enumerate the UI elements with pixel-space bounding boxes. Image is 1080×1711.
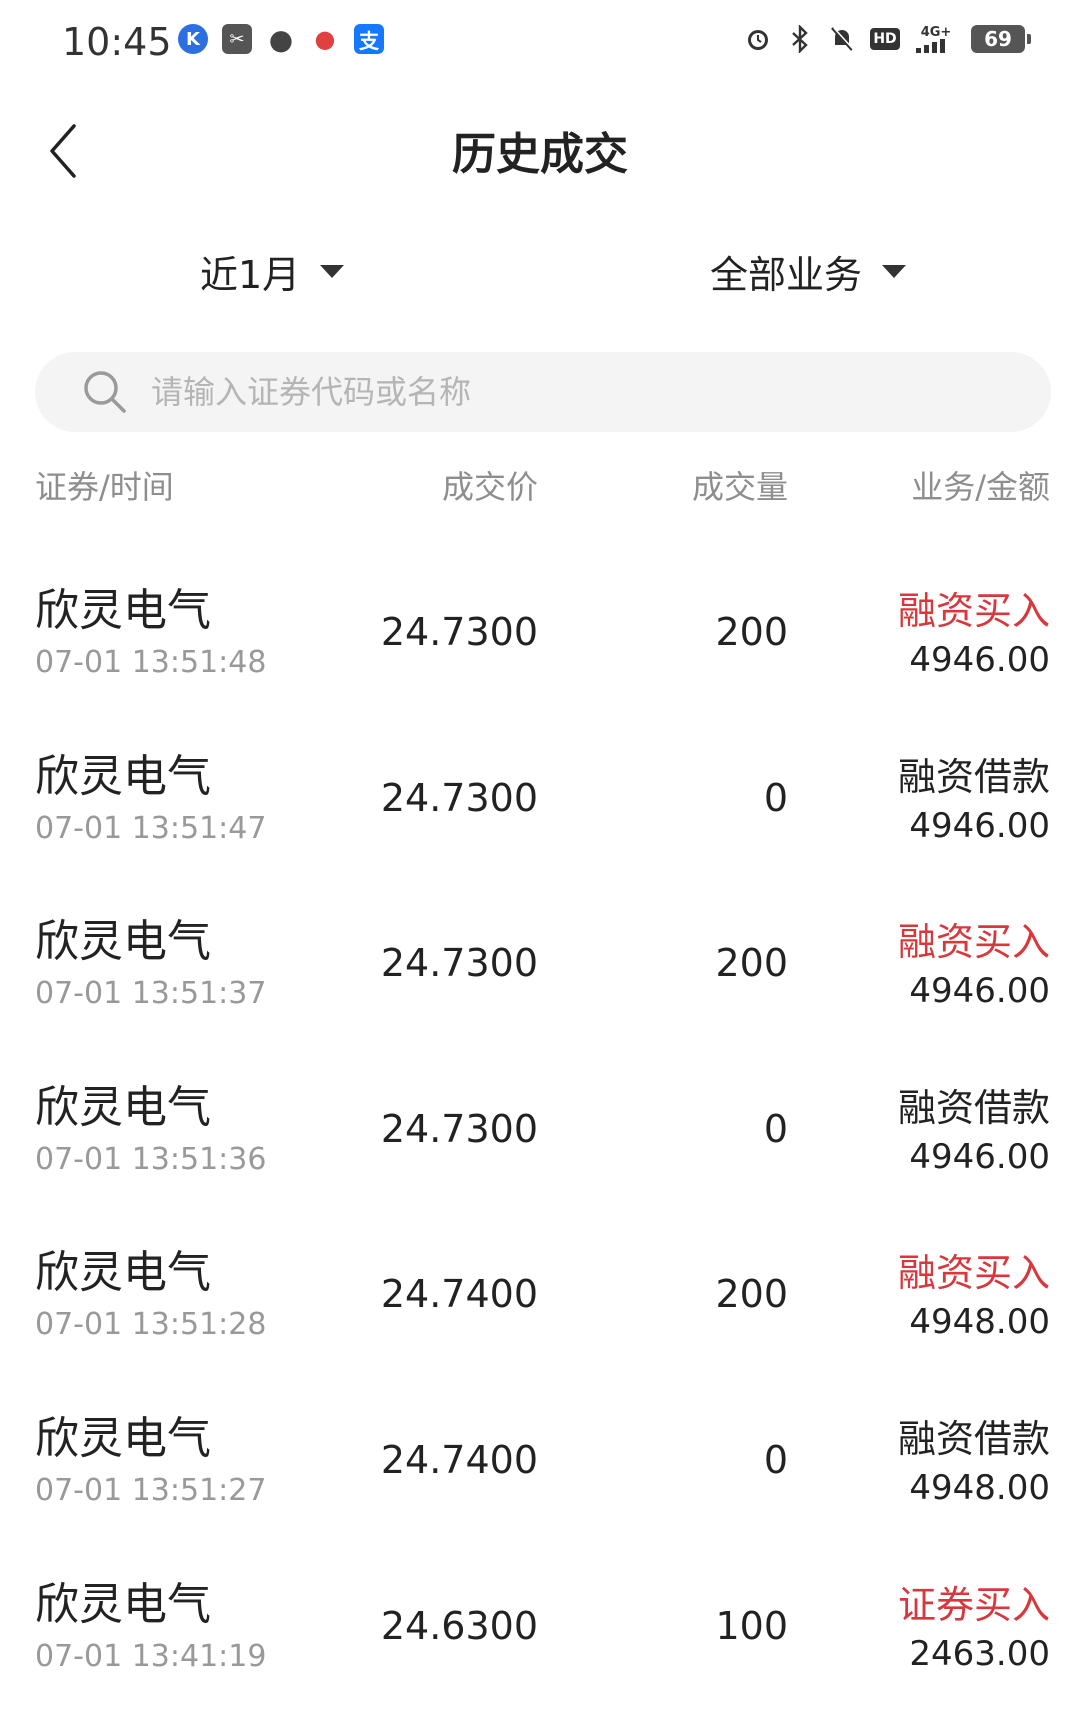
trade-price: 24.6300: [380, 1603, 538, 1648]
trade-quantity: 100: [715, 1603, 788, 1648]
trade-amount: 2463.00: [909, 1633, 1050, 1674]
business-type: 融资买入: [897, 589, 1050, 633]
period-filter[interactable]: 近1月: [200, 244, 345, 299]
filter-bar: 近1月 全部业务: [0, 244, 1080, 314]
message-icon: ●: [268, 22, 294, 56]
business-type: 融资借款: [897, 754, 1050, 799]
business-type: 融资借款: [897, 1416, 1050, 1461]
caret-down-icon: [320, 265, 345, 278]
trade-quantity: 200: [715, 1272, 788, 1317]
signal-icon: 4G+: [913, 24, 959, 54]
table-row[interactable]: 欣灵电气 07-01 13:51:27 24.7400 0 融资借款 4948.…: [0, 1380, 1080, 1546]
trade-quantity: 200: [715, 941, 788, 986]
search-icon: [84, 371, 126, 413]
trade-amount: 4946.00: [909, 971, 1050, 1012]
trade-price: 24.7300: [380, 610, 538, 654]
battery-icon: 69: [971, 25, 1031, 53]
trade-quantity: 0: [763, 775, 788, 820]
trade-amount: 4946.00: [909, 1136, 1050, 1177]
notification-icons: K ✂ ● ● 支: [178, 22, 384, 56]
map-pin-app-icon: ●: [314, 25, 336, 53]
trade-amount: 4948.00: [909, 1302, 1050, 1343]
trade-quantity: 0: [763, 1437, 788, 1482]
trade-time: 07-01 13:51:28: [35, 1307, 267, 1343]
security-name: 欣灵电气: [35, 585, 211, 636]
business-type: 融资借款: [897, 1085, 1050, 1130]
table-row[interactable]: 欣灵电气 07-01 13:41:19 24.6300 100 证券买入 246…: [0, 1546, 1080, 1711]
column-security-time: 证券/时间: [35, 468, 174, 506]
trade-price: 24.7300: [380, 1106, 538, 1151]
mute-bell-icon: [827, 24, 857, 54]
trade-time: 07-01 13:51:48: [35, 645, 267, 680]
trade-quantity: 200: [715, 610, 788, 654]
bluetooth-icon: [785, 24, 815, 54]
trade-amount: 4948.00: [909, 1467, 1050, 1508]
trade-price: 24.7300: [380, 775, 538, 820]
column-business-amount: 业务/金额: [911, 468, 1050, 506]
trade-list: 欣灵电气 07-01 13:51:48 24.7300 200 融资买入 494…: [0, 552, 1080, 1711]
search-input[interactable]: [149, 372, 973, 412]
table-row[interactable]: 欣灵电气 07-01 13:51:28 24.7400 200 融资买入 494…: [0, 1214, 1080, 1380]
trade-time: 07-01 13:51:47: [35, 810, 267, 846]
alipay-icon: 支: [354, 24, 384, 54]
table-row[interactable]: 欣灵电气 07-01 13:51:37 24.7300 200 融资买入 494…: [0, 883, 1080, 1049]
alarm-icon: [743, 24, 773, 54]
page-title: 历史成交: [452, 129, 628, 180]
business-type: 证券买入: [897, 1582, 1050, 1627]
business-type: 融资买入: [897, 1251, 1050, 1296]
trade-time: 07-01 13:51:36: [35, 1141, 267, 1177]
trade-amount: 4946.00: [909, 640, 1050, 680]
status-bar: 10:45 K ✂ ● ● 支 HD 4G+ 69: [0, 0, 1080, 86]
column-price: 成交价: [441, 468, 538, 506]
scissors-app-icon: ✂: [222, 24, 252, 54]
trade-price: 24.7400: [380, 1437, 538, 1482]
table-row[interactable]: 欣灵电气 07-01 13:51:47 24.7300 0 融资借款 4946.…: [0, 718, 1080, 884]
business-filter[interactable]: 全部业务: [710, 244, 907, 299]
caret-down-icon: [882, 265, 907, 278]
trade-amount: 4946.00: [909, 805, 1050, 846]
security-name: 欣灵电气: [35, 1578, 211, 1630]
trade-price: 24.7400: [380, 1272, 538, 1317]
table-row[interactable]: 欣灵电气 07-01 13:51:36 24.7300 0 融资借款 4946.…: [0, 1049, 1080, 1215]
trade-time: 07-01 13:51:27: [35, 1472, 267, 1508]
business-type: 融资买入: [897, 920, 1050, 965]
trade-time: 07-01 13:41:19: [35, 1638, 267, 1674]
period-filter-label: 近1月: [200, 253, 301, 297]
column-header: 证券/时间 成交价 成交量 业务/金额: [0, 462, 1080, 512]
trade-quantity: 0: [763, 1106, 788, 1151]
table-row[interactable]: 欣灵电气 07-01 13:51:48 24.7300 200 融资买入 494…: [0, 552, 1080, 718]
trade-price: 24.7300: [380, 941, 538, 986]
security-name: 欣灵电气: [35, 750, 211, 802]
security-name: 欣灵电气: [35, 1081, 211, 1133]
search-box[interactable]: [35, 352, 1051, 432]
trade-time: 07-01 13:51:37: [35, 976, 267, 1012]
column-quantity: 成交量: [691, 468, 788, 506]
security-name: 欣灵电气: [35, 1247, 211, 1299]
security-name: 欣灵电气: [35, 1412, 211, 1464]
security-name: 欣灵电气: [35, 916, 211, 968]
k-app-icon: K: [178, 24, 208, 54]
hd-icon: HD: [869, 24, 901, 54]
system-status-icons: HD 4G+ 69: [743, 24, 1031, 54]
status-time: 10:45: [62, 20, 172, 64]
business-filter-label: 全部业务: [710, 253, 863, 297]
nav-bar: 历史成交: [0, 96, 1080, 206]
